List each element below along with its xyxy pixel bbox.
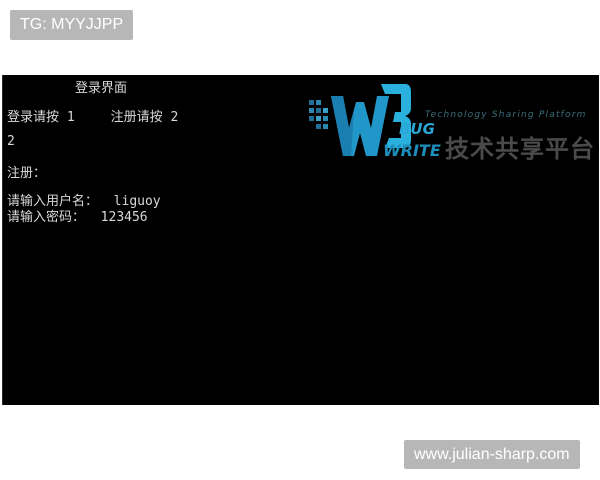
console-user-input: 2 [7, 134, 15, 149]
website-watermark-badge: www.julian-sharp.com [404, 440, 580, 469]
password-prompt: 请输入密码： [7, 210, 86, 225]
console-password-line: 请输入密码： 123456 [7, 206, 148, 225]
tg-contact-badge: TG: MYYJJPP [10, 10, 134, 40]
console-window[interactable]: Technology Sharing Platform BUG WRITE 技术… [2, 75, 599, 405]
console-menu-line: 登录请按 1 注册请按 2 [7, 106, 178, 125]
console-output: 登录界面 登录请按 1 注册请按 2 2 注册： 请输入用户名： liguoy 请… [7, 75, 589, 225]
menu-login-option: 登录请按 1 [7, 110, 75, 125]
console-register-label: 注册： [7, 166, 47, 181]
menu-register-option: 注册请按 2 [110, 110, 179, 125]
password-value: 123456 [100, 210, 148, 225]
console-title: 登录界面 [75, 81, 128, 96]
